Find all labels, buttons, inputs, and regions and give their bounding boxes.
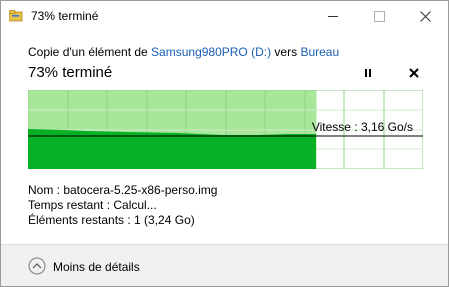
pause-icon-bar-right: [369, 69, 371, 77]
cancel-button[interactable]: [406, 65, 422, 81]
footer-bar: Moins de détails: [1, 244, 448, 286]
close-window-button[interactable]: [402, 1, 448, 32]
maximize-button[interactable]: [356, 1, 402, 32]
speed-label: Vitesse : 3,16 Go/s: [312, 120, 413, 134]
time-remaining: Temps restant : Calcul...: [28, 198, 157, 212]
speed-area: [28, 129, 316, 169]
title-bar[interactable]: 73% terminé: [1, 1, 448, 32]
window-title: 73% terminé: [31, 9, 99, 23]
progress-status: 73% terminé: [28, 64, 113, 81]
details-panel: Nom : batocera-5.25-x86-perso.img Temps …: [28, 183, 217, 228]
chevron-up-icon[interactable]: [28, 257, 46, 275]
pause-button[interactable]: [361, 66, 375, 80]
file-name: Nom : batocera-5.25-x86-perso.img: [28, 183, 218, 197]
minimize-icon: [328, 16, 338, 17]
destination-link[interactable]: Bureau: [300, 45, 339, 59]
maximize-icon: [373, 11, 385, 22]
close-icon: [419, 11, 431, 22]
speed-graph: Vitesse : 3,16 Go/s: [28, 90, 423, 169]
folder-copy-icon: [9, 10, 23, 22]
minimize-button[interactable]: [310, 1, 356, 32]
source-link[interactable]: Samsung980PRO (D:): [151, 45, 271, 59]
close-icon: [409, 68, 419, 78]
items-remaining: Éléments restants : 1 (3,24 Go): [28, 213, 195, 227]
less-details-link[interactable]: Moins de détails: [53, 260, 140, 274]
copy-dialog-window: 73% terminé Copie d'un élément de Samsun…: [0, 0, 449, 287]
copy-middle: vers: [271, 45, 301, 59]
copy-prefix: Copie d'un élément de: [28, 45, 152, 59]
pause-icon-bar-left: [365, 69, 367, 77]
copy-description: Copie d'un élément de Samsung980PRO (D:)…: [28, 45, 339, 59]
